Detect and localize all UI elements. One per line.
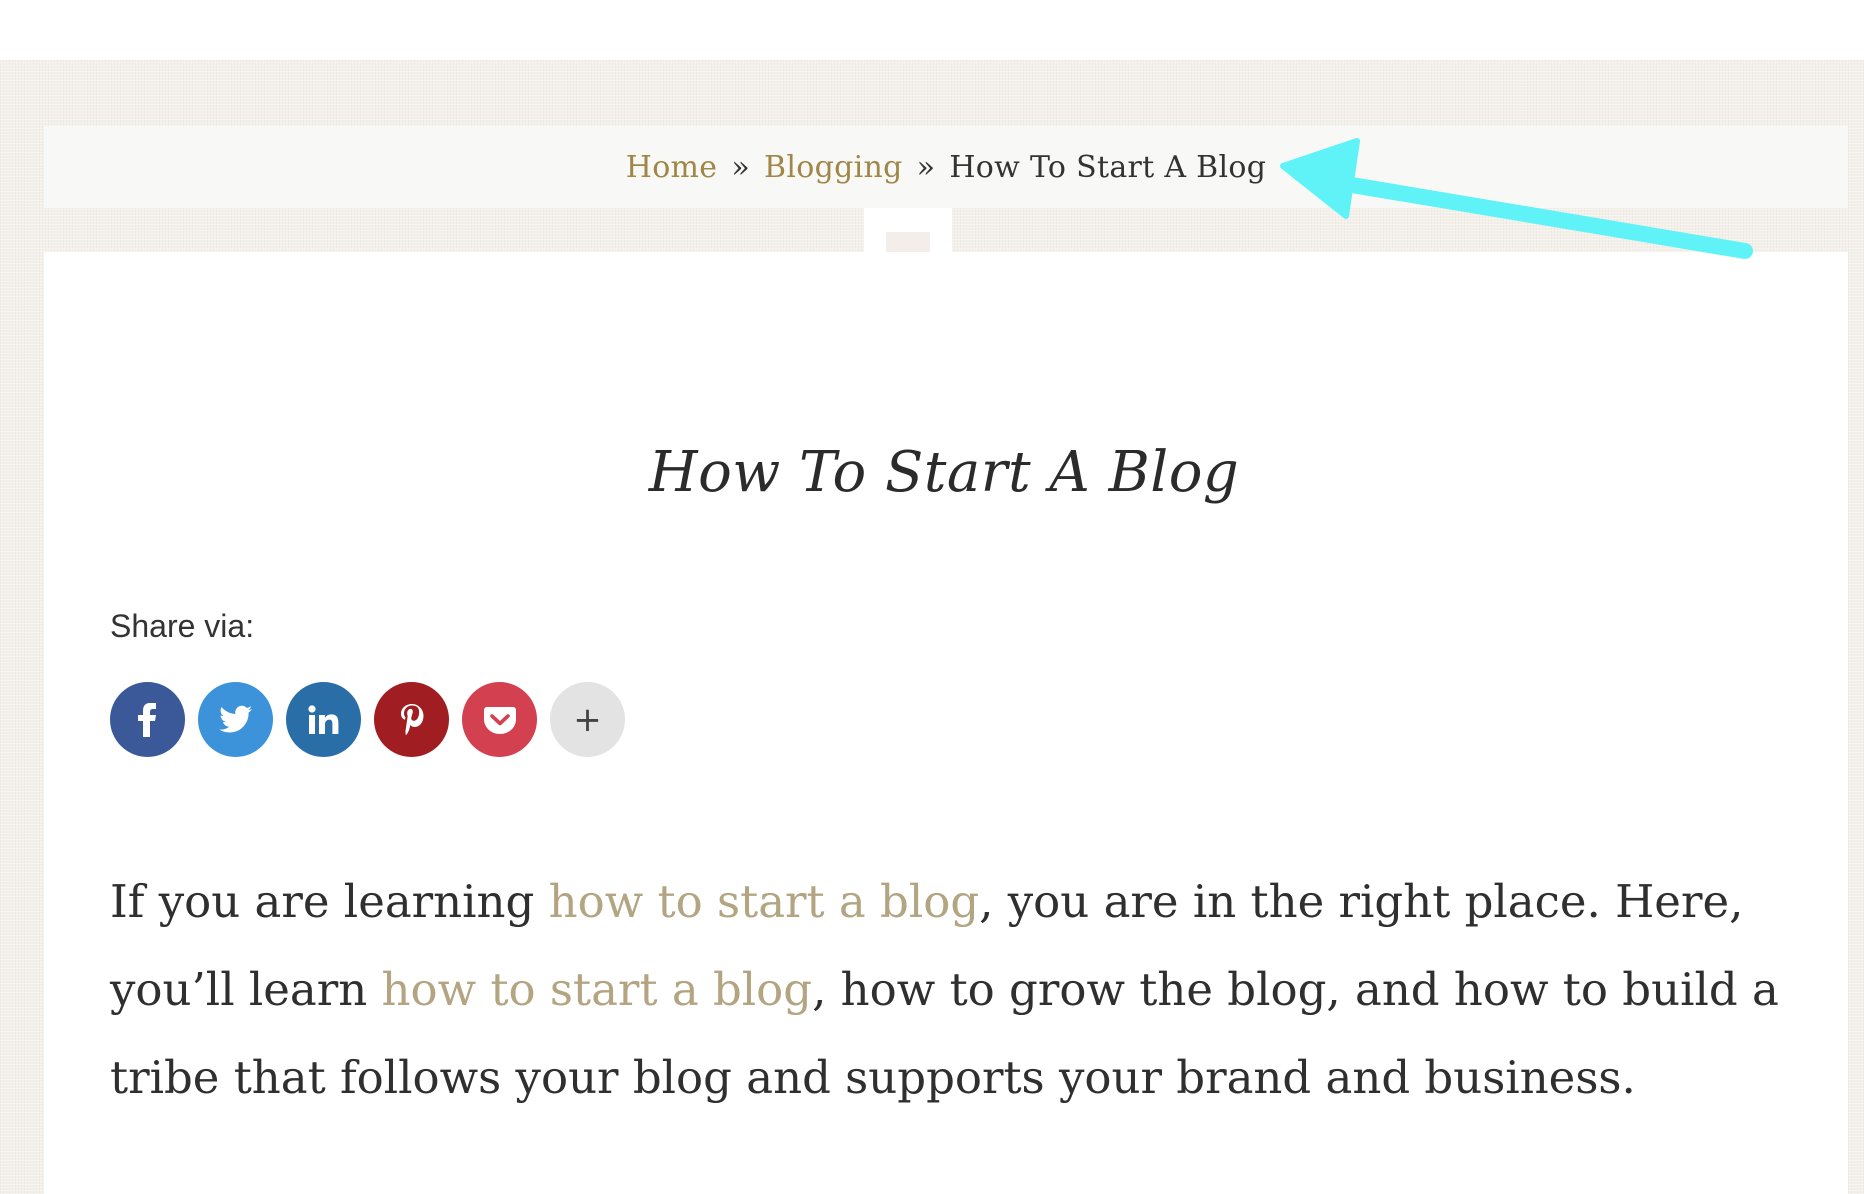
page-title: How To Start A Blog xyxy=(648,440,1240,505)
breadcrumb-separator: » xyxy=(916,149,936,185)
share-pocket-button[interactable] xyxy=(462,682,537,757)
intro-paragraph: If you are learning how to start a blog,… xyxy=(110,858,1810,1122)
share-linkedin-button[interactable] xyxy=(286,682,361,757)
share-more-button[interactable]: + xyxy=(550,682,625,757)
intro-link-start-blog[interactable]: how to start a blog xyxy=(549,875,980,928)
twitter-icon xyxy=(218,705,252,732)
share-buttons: + xyxy=(110,682,625,757)
pocket-icon xyxy=(483,706,516,734)
content-tab-notch-fill xyxy=(886,232,930,254)
facebook-icon xyxy=(137,702,156,737)
share-pinterest-button[interactable] xyxy=(374,682,449,757)
intro-link-start-blog-2[interactable]: how to start a blog xyxy=(382,963,813,1016)
linkedin-icon xyxy=(307,704,338,734)
pinterest-icon xyxy=(400,703,423,735)
breadcrumb-category-link[interactable]: Blogging xyxy=(764,150,903,185)
share-label: Share via: xyxy=(110,608,255,644)
breadcrumb-separator: » xyxy=(731,149,751,185)
top-header-bar xyxy=(0,0,1864,60)
breadcrumb: Home » Blogging » How To Start A Blog xyxy=(44,126,1848,208)
plus-icon: + xyxy=(573,699,602,740)
breadcrumb-home-link[interactable]: Home xyxy=(626,150,718,185)
breadcrumb-current: How To Start A Blog xyxy=(949,149,1267,185)
intro-text: If you are learning xyxy=(110,875,549,928)
share-facebook-button[interactable] xyxy=(110,682,185,757)
share-twitter-button[interactable] xyxy=(198,682,273,757)
